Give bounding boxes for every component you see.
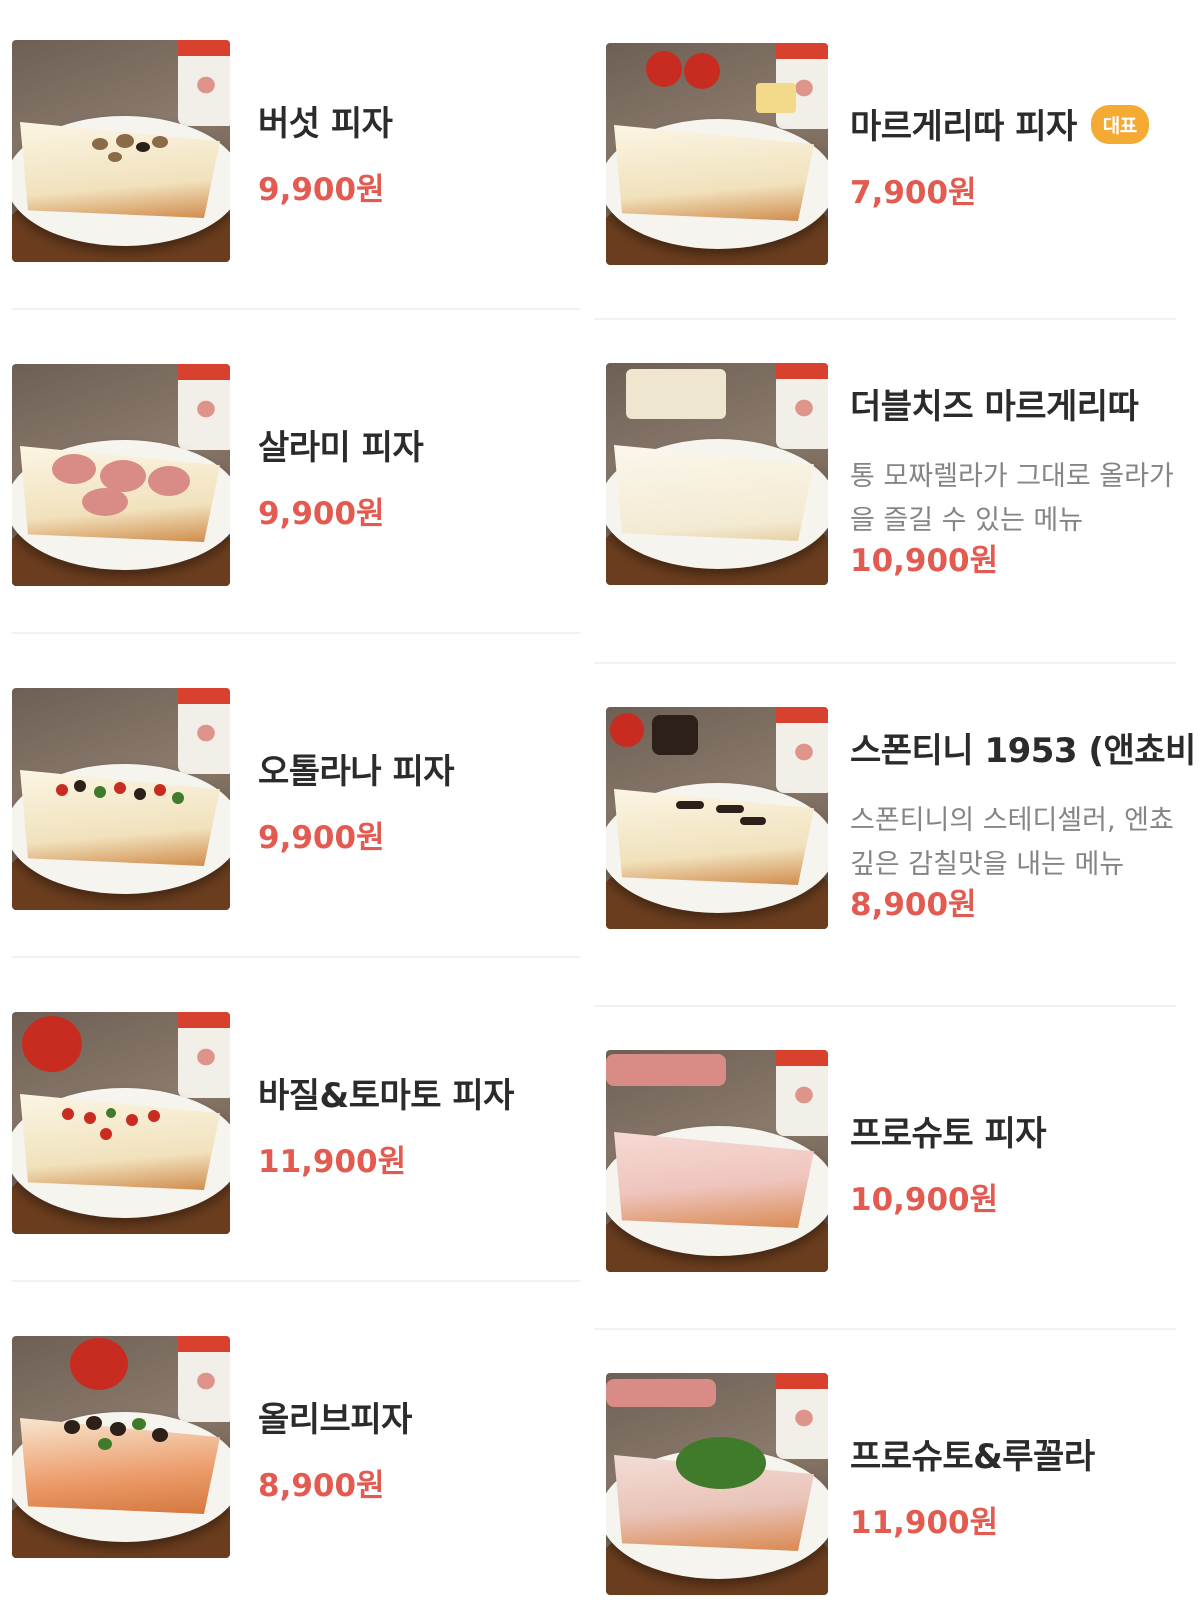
menu-item-info: 프로슈토 피자 10,900원 [850, 1050, 1200, 1272]
menu-item-price: 11,900원 [850, 1505, 999, 1541]
prosciutto-rucola-pizza-photo [606, 1373, 828, 1595]
menu-divider [594, 1328, 1176, 1330]
menu-item-price: 9,900원 [258, 820, 385, 856]
menu-item-info: 프로슈토&루꼴라 11,900원 [850, 1373, 1200, 1595]
spontini-anchovy-pizza-photo [606, 707, 828, 929]
menu-item-name: 더블치즈 마르게리따 [850, 387, 1139, 427]
menu-item-info: 더블치즈 마르게리따 통 모짜렐라가 그대로 올라가 을 즐길 수 있는 메뉴 … [850, 363, 1200, 585]
menu-item-price: 11,900원 [258, 1144, 407, 1180]
menu-item-name: 버섯 피자 [258, 104, 393, 144]
menu-item-name: 프로슈토 피자 [850, 1114, 1047, 1154]
menu-divider [594, 1005, 1176, 1007]
menu-item-price: 10,900원 [850, 543, 999, 579]
prosciutto-pizza-photo [606, 1050, 828, 1272]
salami-pizza-photo [12, 364, 230, 586]
menu-item-name: 올리브피자 [258, 1400, 412, 1440]
menu-item-price: 7,900원 [850, 175, 977, 211]
menu-item-description: 스폰티니의 스테디셀러, 엔쵸 깊은 감칠맛을 내는 메뉴 [850, 805, 1174, 880]
ortolana-pizza-photo [12, 688, 230, 910]
menu-item-description: 통 모짜렐라가 그대로 올라가 을 즐길 수 있는 메뉴 [850, 461, 1174, 536]
mushroom-pizza-photo [12, 40, 230, 262]
menu-item-name: 스폰티니 1953 (앤쵸비 [850, 731, 1196, 771]
menu-item-price: 9,900원 [258, 496, 385, 532]
menu-divider [594, 662, 1176, 664]
menu-divider [12, 632, 580, 634]
menu-divider [12, 956, 580, 958]
menu-item-name: 바질&토마토 피자 [258, 1076, 514, 1116]
menu-item-price: 10,900원 [850, 1182, 999, 1218]
olive-pizza-photo [12, 1336, 230, 1558]
menu-item-info: 스폰티니 1953 (앤쵸비 스폰티니의 스테디셀러, 엔쵸 깊은 감칠맛을 내… [850, 707, 1200, 929]
margherita-pizza-photo [606, 43, 828, 265]
menu-item-info: 오톨라나 피자 9,900원 [258, 688, 594, 910]
menu-item-name: 살라미 피자 [258, 428, 424, 468]
menu-divider [12, 1280, 580, 1282]
menu-divider [12, 308, 580, 310]
signature-badge: 대표 [1090, 105, 1149, 144]
menu-divider [594, 318, 1176, 320]
menu-item-name: 마르게리따 피자 대표 [850, 99, 1149, 148]
menu-page: 버섯 피자 9,900원 살라미 피자 9,900원 오톨라나 피자 9,900… [0, 0, 1200, 1600]
menu-item-price: 8,900원 [258, 1468, 385, 1504]
menu-item-info: 살라미 피자 9,900원 [258, 364, 594, 586]
menu-item-info: 올리브피자 8,900원 [258, 1336, 594, 1558]
basil-tomato-pizza-photo [12, 1012, 230, 1234]
menu-item-name: 오톨라나 피자 [258, 752, 455, 792]
menu-item-info: 버섯 피자 9,900원 [258, 40, 594, 262]
menu-item-price: 9,900원 [258, 172, 385, 208]
menu-item-info: 바질&토마토 피자 11,900원 [258, 1012, 594, 1234]
menu-item-price: 8,900원 [850, 887, 977, 923]
double-cheese-margherita-photo [606, 363, 828, 585]
menu-item-name: 프로슈토&루꼴라 [850, 1437, 1095, 1477]
menu-item-info: 마르게리따 피자 대표 7,900원 [850, 43, 1200, 265]
